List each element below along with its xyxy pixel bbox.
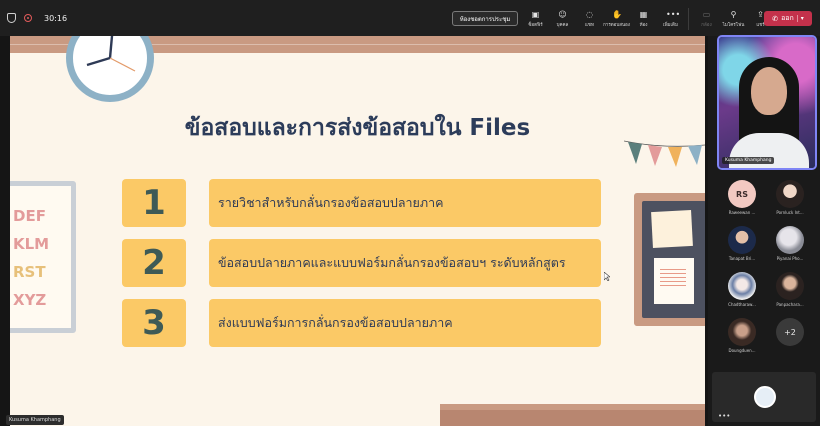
avatar: [728, 272, 756, 300]
shield-icon[interactable]: [7, 13, 16, 23]
mouse-cursor-icon: [604, 272, 610, 281]
alphabet-line: XYZ: [13, 291, 47, 309]
tool-label: การตอบสนอง: [603, 22, 630, 28]
alphabet-line: DEF: [13, 207, 46, 225]
chat-button[interactable]: ◌ แชท: [576, 6, 603, 32]
more-participants-button[interactable]: +2: [770, 318, 810, 354]
speaker-face: [751, 67, 787, 115]
tool-label: เพิ่มเติม: [663, 22, 678, 28]
react-icon: ✋: [612, 9, 622, 19]
step-text-2: ข้อสอบปลายภาคและแบบฟอร์มกลั่นกรองข้อสอบฯ…: [209, 239, 601, 287]
people-icon: ☺: [558, 9, 567, 19]
participant-name: Pornluck Int...: [776, 210, 804, 215]
camera-icon: ▭: [702, 9, 711, 19]
recording-icon: [24, 14, 32, 22]
step-number-2: 2: [122, 239, 186, 287]
participant-tile[interactable]: Doungduen...: [722, 318, 762, 354]
participant-name: Raweewan ...: [728, 210, 756, 215]
more-participants-count: +2: [776, 318, 804, 346]
avatar: [776, 226, 804, 254]
mic-icon: ⚲: [730, 9, 737, 19]
chat-icon: ◌: [586, 9, 593, 19]
participant-tile[interactable]: Chadtharaw...: [722, 272, 762, 308]
react-button[interactable]: ✋ การตอบสนอง: [603, 6, 630, 32]
step-number-1: 1: [122, 179, 186, 227]
alphabet-line: KLM: [13, 235, 50, 253]
presenter-name-tag: Kusuma Khamphang: [6, 415, 64, 425]
participant-tile[interactable]: RS Raweewan ...: [722, 180, 762, 216]
table-illustration: [440, 404, 705, 426]
clock-hands-icon: [86, 36, 136, 72]
alphabet-line: RST: [13, 263, 46, 281]
meeting-toolbar: 30:16 ห้องชอตการประชุม ▣ ซ็อตฟิร์ ☺ บุคคล …: [0, 0, 820, 36]
slide-title: ข้อสอบและการส่งข้อสอบใน Files: [184, 115, 531, 141]
presentation-slide: ข้อสอบและการส่งข้อสอบใน Files 1 รายวิชาส…: [10, 36, 705, 426]
step-text-1: รายวิชาสำหรับกลั่นกรองข้อสอบปลายภาค: [209, 179, 601, 227]
leave-button[interactable]: ✆ ออก ▾: [764, 11, 812, 26]
participant-tile[interactable]: Tanapat Bri...: [722, 226, 762, 262]
participant-name: Piyanai Pho...: [776, 256, 804, 261]
more-button[interactable]: ••• เพิ่มเติม: [657, 6, 684, 32]
tool-label: ไมโครโฟน: [722, 22, 745, 28]
step-text-3: ส่งแบบฟอร์มการกลั่นกรองข้อสอบปลายภาค: [209, 299, 601, 347]
speaker-shirt: [729, 133, 809, 168]
leave-label: ออก: [781, 14, 794, 22]
tool-label: แชท: [585, 22, 594, 28]
step-number-3: 3: [122, 299, 186, 347]
participant-name: Doungduen...: [728, 348, 756, 353]
mic-button[interactable]: ⚲ ไมโครโฟน: [720, 6, 747, 32]
toolbar-left: 30:16: [0, 13, 67, 23]
more-icon: •••: [666, 9, 681, 19]
more-options-icon[interactable]: •••: [718, 412, 730, 420]
self-avatar: [754, 386, 776, 408]
toolbar-divider: [688, 8, 689, 30]
phone-icon: ✆: [772, 14, 779, 23]
participant-tile[interactable]: Panpachara...: [770, 272, 810, 308]
participant-name: Panpachara...: [776, 302, 804, 307]
tool-label: ซ็อตฟิร์: [528, 22, 543, 28]
shared-screen: ข้อสอบและการส่งข้อสอบใน Files 1 รายวิชาส…: [0, 36, 708, 426]
meeting-rooms-button[interactable]: ห้องชอตการประชุม: [452, 11, 518, 26]
open-chat-button[interactable]: ▣ ซ็อตฟิร์: [522, 6, 549, 32]
camera-button[interactable]: ▭ กล้อง: [693, 6, 720, 32]
open-chat-icon: ▣: [531, 9, 540, 19]
toolbar-tools: ▣ ซ็อตฟิร์ ☺ บุคคล ◌ แชท ✋ การตอบสนอง ▦ ห้อง …: [522, 6, 774, 32]
people-button[interactable]: ☺ บุคคล: [549, 6, 576, 32]
sticky-note: [651, 209, 693, 249]
tool-label: ห้อง: [639, 22, 648, 28]
avatar: [776, 180, 804, 208]
alphabet-poster: DEF KLM RST XYZ: [10, 181, 76, 333]
self-video-tile[interactable]: •••: [712, 372, 816, 422]
participant-name: Tanapat Bri...: [728, 256, 756, 261]
rooms-button[interactable]: ▦ ห้อง: [630, 6, 657, 32]
chevron-down-icon[interactable]: ▾: [796, 15, 804, 22]
meeting-timer: 30:16: [44, 13, 68, 23]
speaker-video-tile[interactable]: Kusuma Khamphang: [717, 35, 817, 170]
tool-label: กล้อง: [701, 22, 712, 28]
participant-tile[interactable]: Piyanai Pho...: [770, 226, 810, 262]
avatar: [776, 272, 804, 300]
notepad-illustration: [654, 258, 694, 304]
avatar: [728, 226, 756, 254]
participant-name: Chadtharaw...: [728, 302, 756, 307]
tool-label: บุคคล: [556, 22, 569, 28]
avatar: [728, 318, 756, 346]
speaker-name-label: Kusuma Khamphang: [722, 157, 775, 164]
clock-illustration: [66, 36, 154, 102]
avatar: RS: [728, 180, 756, 208]
rooms-icon: ▦: [639, 9, 648, 19]
participant-tile[interactable]: Pornluck Int...: [770, 180, 810, 216]
